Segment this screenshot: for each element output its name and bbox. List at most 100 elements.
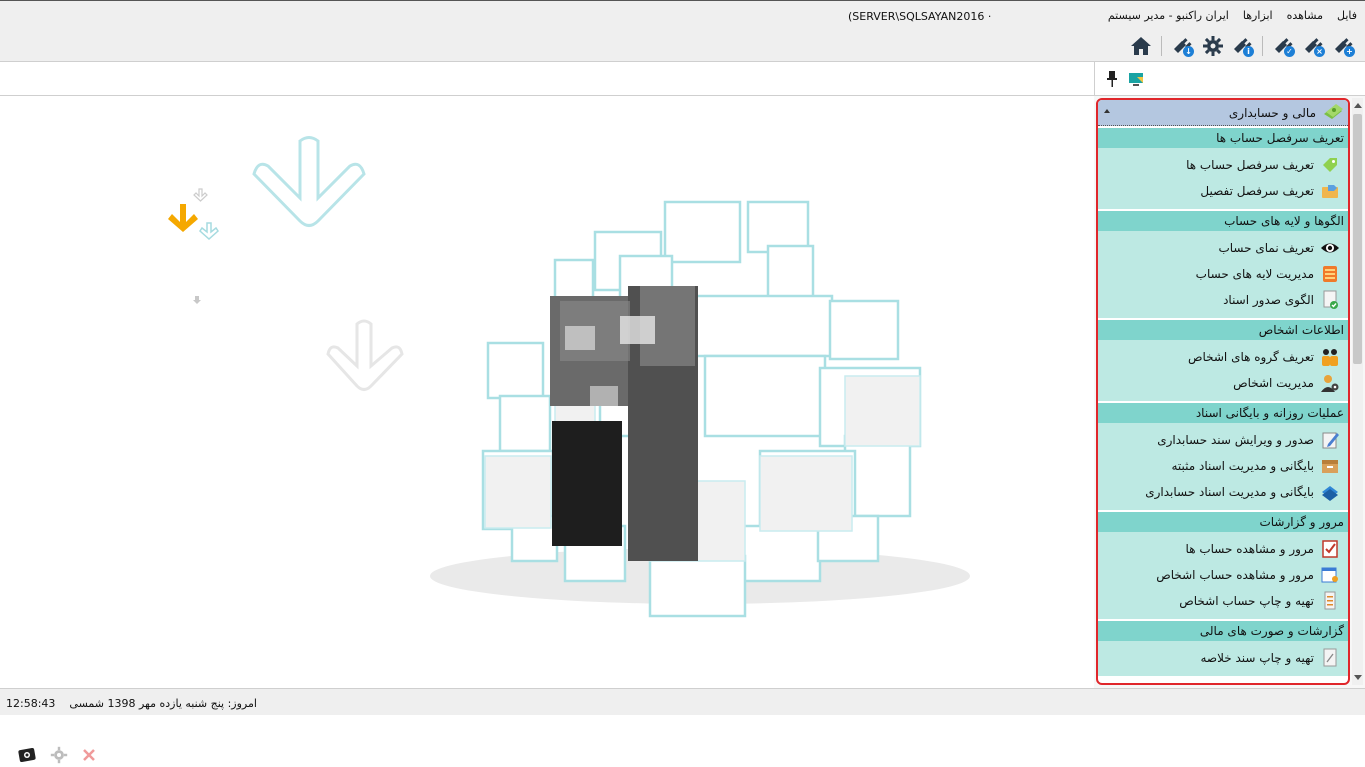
plug-add-icon[interactable]: + — [1331, 35, 1355, 57]
home-icon[interactable] — [1129, 35, 1153, 57]
group-body-accounts: تعریف سرفصل حساب ها تعریف سرفصل تفصیل — [1098, 148, 1348, 209]
nav-item-review-person-accounts[interactable]: مرور و مشاهده حساب اشخاص — [1098, 562, 1348, 588]
tiny-down-arrow-icon — [193, 188, 208, 202]
nav-item-label: تهیه و چاپ حساب اشخاص — [1179, 594, 1314, 608]
nav-item-label: تعریف گروه های اشخاص — [1187, 350, 1314, 364]
plug-download-icon[interactable]: ↓ — [1170, 35, 1194, 57]
nav-item-define-accounts[interactable]: تعریف سرفصل حساب ها — [1098, 152, 1348, 178]
address-strip — [0, 62, 1365, 96]
nav-item-print-person-accounts[interactable]: تهیه و چاپ حساب اشخاص — [1098, 588, 1348, 614]
grey-down-arrow-icon — [326, 319, 404, 391]
nav-item-archive-accounting[interactable]: بایگانی و مدیریت اسناد حسابداری — [1098, 479, 1348, 505]
status-text: 12:58:43 امروز: پنج شنبه یازده مهر 1398 … — [6, 697, 257, 710]
green-tag-icon — [1320, 155, 1340, 175]
toolbar-separator — [1161, 36, 1162, 56]
checklist-icon — [1320, 539, 1340, 559]
workspace-canvas — [0, 96, 1094, 764]
canvas-bottom-tools — [18, 746, 96, 767]
toolbar-separator — [1262, 36, 1263, 56]
nav-item-account-view[interactable]: تعریف نمای حساب — [1098, 235, 1348, 261]
document-check-icon — [1320, 290, 1340, 310]
people-group-icon — [1320, 347, 1340, 367]
menu-tools[interactable]: ابزارها — [1243, 9, 1273, 22]
money-stack-icon — [1322, 102, 1344, 123]
nav-item-label: مدیریت لایه های حساب — [1195, 267, 1314, 281]
nav-item-manage-persons[interactable]: مدیریت اشخاص — [1098, 370, 1348, 396]
module-panel: مالی و حسابداری تعریف سرفصل حساب ها تعری… — [1096, 98, 1350, 685]
menu-user-info[interactable]: ایران راکنبو - مدیر سیستم — [1108, 9, 1229, 22]
nav-item-label: تهیه و چاپ سند خلاصه — [1200, 651, 1314, 665]
nav-item-label: مدیریت اشخاص — [1233, 376, 1314, 390]
close-icon[interactable] — [82, 748, 96, 765]
nav-item-account-layers[interactable]: مدیریت لایه های حساب — [1098, 261, 1348, 287]
server-name: (SERVER\SQLSAYAN2016 · — [848, 10, 992, 23]
nav-item-label: صدور و ویرایش سند حسابداری — [1157, 433, 1314, 447]
nav-item-label: بایگانی و مدیریت اسناد مثبته — [1171, 459, 1314, 473]
group-title-accounts[interactable]: تعریف سرفصل حساب ها — [1098, 126, 1348, 148]
scroll-thumb[interactable] — [1353, 114, 1362, 364]
status-time: 12:58:43 — [6, 697, 56, 710]
settings-gear-icon[interactable] — [50, 746, 68, 767]
cube-cluster-illustration — [430, 200, 970, 618]
dot-down-arrow-icon — [193, 296, 201, 304]
layers-icon — [1320, 264, 1340, 284]
status-bar: 12:58:43 امروز: پنج شنبه یازده مهر 1398 … — [0, 688, 1365, 715]
plug-remove-icon[interactable]: × — [1301, 35, 1325, 57]
archive-box-icon — [1320, 456, 1340, 476]
scroll-down-icon[interactable] — [1354, 675, 1362, 680]
person-settings-icon — [1320, 373, 1340, 393]
title-and-menu-bar: (SERVER\SQLSAYAN2016 · فایل مشاهده ابزار… — [0, 0, 1365, 62]
nav-item-review-accounts[interactable]: مرور و مشاهده حساب ها — [1098, 536, 1348, 562]
background-illustration — [168, 136, 970, 618]
pin-icon[interactable] — [1104, 70, 1120, 88]
group-body-daily-operations: صدور و ویرایش سند حسابداری بایگانی و مدی… — [1098, 423, 1348, 510]
status-date: امروز: پنج شنبه یازده مهر 1398 شمسی — [69, 697, 257, 710]
navigation-sidebar: مالی و حسابداری تعریف سرفصل حساب ها تعری… — [1094, 96, 1365, 688]
plug-info-icon[interactable]: i — [1230, 35, 1254, 57]
big-down-arrow-icon — [252, 136, 366, 227]
calendar-person-icon — [1320, 565, 1340, 585]
collapse-arrow-icon[interactable] — [1104, 109, 1110, 113]
nav-item-label: مرور و مشاهده حساب اشخاص — [1156, 568, 1314, 582]
group-title-financial-reports[interactable]: گزارشات و صورت های مالی — [1098, 619, 1348, 641]
screen-icon[interactable] — [1128, 71, 1144, 87]
group-body-persons: تعریف گروه های اشخاص مدیریت اشخاص — [1098, 340, 1348, 401]
folder-tag-icon — [1320, 181, 1340, 201]
edit-document-icon — [1320, 430, 1340, 450]
nav-item-label: تعریف نمای حساب — [1218, 241, 1314, 255]
nav-item-document-pattern[interactable]: الگوی صدور اسناد — [1098, 287, 1348, 313]
printer-document-icon — [1320, 591, 1340, 611]
menu-view[interactable]: مشاهده — [1287, 9, 1323, 22]
settings-gear-icon[interactable] — [1200, 35, 1224, 57]
nav-item-label: الگوی صدور اسناد — [1223, 293, 1314, 307]
nav-item-label: تعریف سرفصل حساب ها — [1186, 158, 1314, 172]
scroll-up-icon[interactable] — [1354, 103, 1362, 108]
nav-item-issue-document[interactable]: صدور و ویرایش سند حسابداری — [1098, 427, 1348, 453]
nav-item-archive-evidence[interactable]: بایگانی و مدیریت اسناد مثبته — [1098, 453, 1348, 479]
yellow-down-arrow-icon — [168, 204, 198, 232]
plug-check-icon[interactable]: ✓ — [1271, 35, 1295, 57]
main-menu: فایل مشاهده ابزارها ایران راکنبو - مدیر … — [1108, 9, 1357, 22]
group-title-patterns[interactable]: الگوها و لایه های حساب — [1098, 209, 1348, 231]
group-body-financial-reports: تهیه و چاپ سند خلاصه — [1098, 641, 1348, 676]
sidebar-scrollbar[interactable] — [1352, 98, 1363, 685]
module-header[interactable]: مالی و حسابداری — [1098, 100, 1348, 126]
small-down-arrow-icon — [199, 222, 219, 241]
module-title: مالی و حسابداری — [1228, 105, 1316, 120]
eye-toggle-icon[interactable] — [18, 747, 36, 766]
group-body-patterns: تعریف نمای حساب مدیریت لایه های حساب الگ… — [1098, 231, 1348, 318]
group-body-reviews: مرور و مشاهده حساب ها مرور و مشاهده حساب… — [1098, 532, 1348, 619]
nav-item-person-groups[interactable]: تعریف گروه های اشخاص — [1098, 344, 1348, 370]
group-title-reviews[interactable]: مرور و گزارشات — [1098, 510, 1348, 532]
group-title-daily-operations[interactable]: عملیات روزانه و بایگانی اسناد — [1098, 401, 1348, 423]
eye-icon — [1320, 238, 1340, 258]
nav-item-define-details[interactable]: تعریف سرفصل تفصیل — [1098, 178, 1348, 204]
menu-file[interactable]: فایل — [1337, 9, 1357, 22]
nav-item-label: مرور و مشاهده حساب ها — [1185, 542, 1314, 556]
summary-document-icon — [1320, 648, 1340, 668]
nav-item-label: بایگانی و مدیریت اسناد حسابداری — [1145, 485, 1314, 499]
main-toolbar: + × ✓ i ↓ — [1129, 35, 1355, 57]
strip-divider — [1094, 62, 1095, 96]
nav-item-print-summary[interactable]: تهیه و چاپ سند خلاصه — [1098, 645, 1348, 671]
group-title-persons[interactable]: اطلاعات اشخاص — [1098, 318, 1348, 340]
